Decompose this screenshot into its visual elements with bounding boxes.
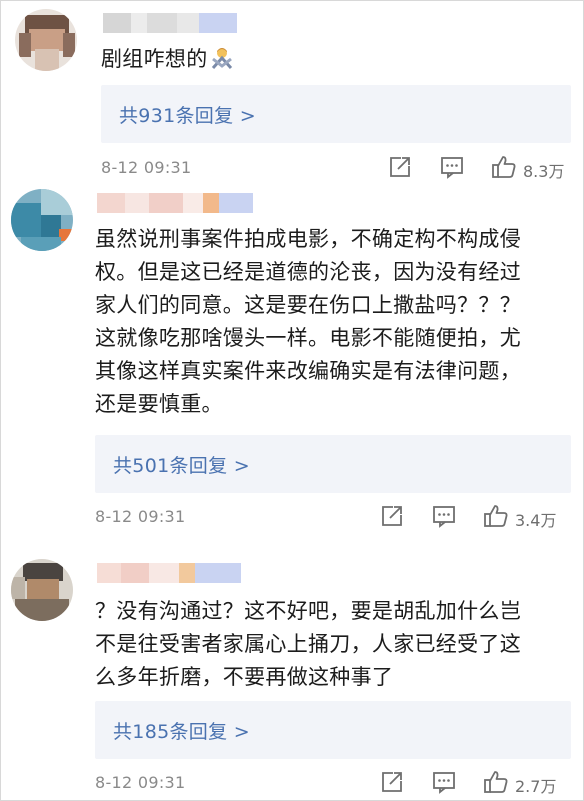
reply-count[interactable]: 共501条回复 >	[113, 451, 250, 478]
comment-list: 剧组咋想的 共931条回复 > 8-12 09:31 8.3万 虽然说刑事案件拍…	[0, 0, 584, 801]
comment-line: 不是往受害者家属心上捅刀，人家已经受了这	[95, 632, 521, 656]
reply-count[interactable]: 共185条回复 >	[113, 717, 250, 744]
share-icon[interactable]	[379, 769, 405, 795]
avatar[interactable]	[11, 559, 73, 621]
thumbs-up-icon[interactable]	[483, 503, 509, 529]
comment-line: 剧组咋想的	[101, 47, 208, 71]
comment-line: 其像这样真实案件来改编确实是有法律问题，	[95, 359, 521, 383]
share-icon[interactable]	[387, 154, 413, 180]
reply-link[interactable]: 共501条回复 >	[95, 435, 571, 493]
timestamp: 8-12 09:31	[95, 507, 186, 526]
thumbs-up-icon[interactable]	[483, 769, 509, 795]
reply-count[interactable]: 共931条回复 >	[119, 101, 256, 128]
avatar[interactable]	[15, 9, 77, 71]
comment-meta: 8-12 09:31 8.3万	[101, 154, 584, 182]
comment-meta: 8-12 09:31 3.4万	[95, 503, 584, 531]
comment-icon[interactable]	[431, 769, 457, 795]
like-count: 8.3万	[523, 162, 565, 181]
comment-icon[interactable]	[439, 154, 465, 180]
comment-icon[interactable]	[431, 503, 457, 529]
reply-link[interactable]: 共931条回复 >	[101, 85, 571, 143]
thumbs-up-icon[interactable]	[491, 154, 517, 180]
comment-meta: 8-12 09:31 2.7万	[95, 769, 584, 797]
username-blurred[interactable]	[97, 563, 241, 583]
comment-line: 还是要慎重。	[95, 392, 223, 416]
person-gesturing-no-emoji	[210, 46, 234, 70]
like-count: 3.4万	[515, 511, 557, 530]
timestamp: 8-12 09:31	[101, 158, 192, 177]
timestamp: 8-12 09:31	[95, 773, 186, 792]
comment-text: ？没有沟通过？这不好吧，要是胡乱加什么岂 不是往受害者家属心上捅刀，人家已经受了…	[95, 595, 521, 694]
comment-line: 虽然说刑事案件拍成电影，不确定构不构成侵	[95, 227, 521, 251]
share-icon[interactable]	[379, 503, 405, 529]
comment-text: 虽然说刑事案件拍成电影，不确定构不构成侵 权。但是这已经是道德的沦丧，因为没有经…	[95, 223, 521, 421]
like-count: 2.7万	[515, 777, 557, 796]
comment-line: 这就像吃那啥馒头一样。电影不能随便拍，尤	[95, 326, 521, 350]
comment-line: ？没有沟通过？这不好吧，要是胡乱加什么岂	[95, 599, 521, 623]
comment-line: 权。但是这已经是道德的沦丧，因为没有经过	[95, 260, 521, 284]
avatar[interactable]	[11, 189, 73, 251]
comment-line: 家人们的同意。这是要在伤口上撒盐吗？？？	[95, 293, 521, 317]
comment-text: 剧组咋想的	[101, 43, 234, 76]
username-blurred[interactable]	[97, 193, 253, 213]
username-blurred[interactable]	[103, 13, 237, 33]
comment-line: 么多年折磨，不要再做这种事了	[95, 665, 394, 689]
reply-link[interactable]: 共185条回复 >	[95, 701, 571, 759]
